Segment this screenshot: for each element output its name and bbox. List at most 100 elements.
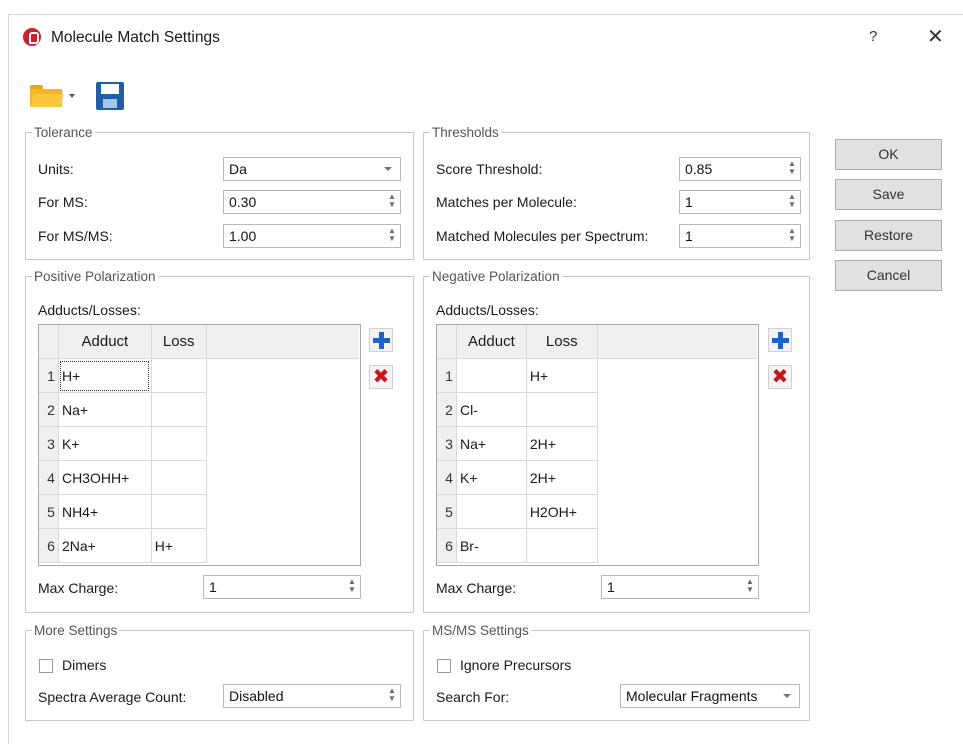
for-ms-label: For MS: [38, 194, 88, 210]
spin-arrows-icon[interactable]: ▲ ▼ [386, 227, 398, 245]
column-header-loss[interactable]: Loss [150, 325, 207, 359]
chevron-down-icon[interactable] [69, 94, 75, 98]
row-number: 2 [437, 392, 457, 427]
positive-max-charge-label: Max Charge: [38, 580, 119, 596]
filler-cell [206, 461, 359, 495]
row-number: 1 [39, 358, 59, 393]
filler-cell [206, 495, 359, 529]
loss-cell[interactable] [150, 426, 207, 461]
filler-cell [597, 461, 757, 495]
table-row[interactable]: 6 Br- [437, 528, 757, 563]
adduct-cell[interactable]: K+ [57, 426, 152, 461]
adduct-cell[interactable] [455, 494, 527, 529]
spin-arrows-icon[interactable]: ▲ ▼ [786, 193, 798, 211]
spectra-average-count-spinbox[interactable]: Disabled ▲ ▼ [223, 684, 401, 708]
units-select[interactable]: Da [223, 157, 401, 181]
cancel-button[interactable]: Cancel [835, 260, 942, 291]
search-for-label: Search For: [436, 689, 510, 705]
table-row[interactable]: 3 Na+ 2H+ [437, 426, 757, 461]
table-row[interactable]: 3 K+ [39, 426, 359, 461]
table-row[interactable]: 2 Na+ [39, 392, 359, 427]
matches-per-molecule-label: Matches per Molecule: [436, 194, 577, 210]
positive-adducts-table[interactable]: Adduct Loss 1 H+ 2 Na+ 3 K+ 4 CH3OHH+ 5 NH4+ 6 2Na+… [38, 324, 361, 566]
chevron-down-icon [384, 167, 392, 171]
score-threshold-spinbox[interactable]: 0.85 ▲ ▼ [679, 157, 801, 181]
adduct-cell[interactable]: CH3OHH+ [57, 460, 152, 495]
row-number: 4 [437, 460, 457, 495]
filler-cell [206, 393, 359, 427]
loss-cell[interactable]: 2H+ [525, 460, 598, 495]
loss-cell[interactable]: 2H+ [525, 426, 598, 461]
loss-cell[interactable]: H+ [525, 358, 598, 393]
row-number: 2 [39, 392, 59, 427]
ok-button[interactable]: OK [835, 139, 942, 170]
delete-row-icon[interactable]: ✖ [768, 365, 792, 389]
loss-cell[interactable] [150, 460, 207, 495]
dimers-checkbox[interactable] [39, 659, 53, 673]
filler-cell [597, 359, 757, 393]
row-number: 5 [39, 494, 59, 529]
floppy-disk-icon[interactable] [96, 82, 124, 110]
table-row[interactable]: 6 2Na+ H+ [39, 528, 359, 563]
dimers-label[interactable]: Dimers [62, 657, 106, 673]
adduct-cell[interactable] [455, 358, 527, 393]
close-button[interactable]: ✕ [927, 27, 944, 47]
table-row[interactable]: 1 H+ [437, 358, 757, 393]
loss-cell[interactable]: H+ [150, 528, 207, 563]
negative-adducts-table[interactable]: Adduct Loss 1 H+ 2 Cl- 3 Na+ 2H+ 4 K+ 2H+ 5 H2OH+ 6 B… [436, 324, 759, 566]
positive-max-charge-spinbox[interactable]: 1 ▲ ▼ [203, 575, 361, 599]
table-row[interactable]: 5 H2OH+ [437, 494, 757, 529]
ignore-precursors-label[interactable]: Ignore Precursors [460, 657, 571, 673]
restore-button[interactable]: Restore [835, 220, 942, 251]
loss-cell[interactable] [150, 358, 207, 393]
for-ms-spinbox[interactable]: 0.30 ▲ ▼ [223, 190, 401, 214]
table-row[interactable]: 5 NH4+ [39, 494, 359, 529]
filler-cell [597, 529, 757, 563]
spin-arrows-icon[interactable]: ▲ ▼ [786, 227, 798, 245]
add-row-icon[interactable] [369, 328, 393, 352]
adduct-cell[interactable]: Na+ [57, 392, 152, 427]
folder-open-icon[interactable] [30, 85, 64, 107]
spin-arrows-icon[interactable]: ▲ ▼ [786, 160, 798, 178]
more-settings-legend: More Settings [34, 623, 118, 638]
help-button[interactable]: ? [869, 28, 877, 45]
loss-cell[interactable] [150, 392, 207, 427]
negative-adducts-label: Adducts/Losses: [436, 302, 539, 318]
matches-per-molecule-spinbox[interactable]: 1 ▲ ▼ [679, 190, 801, 214]
table-row[interactable]: 4 K+ 2H+ [437, 460, 757, 495]
search-for-select[interactable]: Molecular Fragments [620, 684, 800, 708]
for-msms-spinbox[interactable]: 1.00 ▲ ▼ [223, 224, 401, 248]
table-row[interactable]: 2 Cl- [437, 392, 757, 427]
loss-cell[interactable]: H2OH+ [525, 494, 598, 529]
spin-arrows-icon[interactable]: ▲ ▼ [386, 193, 398, 211]
adduct-cell[interactable]: 2Na+ [57, 528, 152, 563]
table-header-row: Adduct Loss [39, 325, 359, 359]
adduct-cell[interactable]: Na+ [455, 426, 527, 461]
filler-cell [597, 393, 757, 427]
column-header-adduct[interactable]: Adduct [455, 325, 527, 359]
add-row-icon[interactable] [768, 328, 792, 352]
row-number: 5 [437, 494, 457, 529]
spin-arrows-icon[interactable]: ▲ ▼ [744, 578, 756, 596]
delete-row-icon[interactable]: ✖ [369, 365, 393, 389]
adduct-cell[interactable]: Br- [455, 528, 527, 563]
loss-cell[interactable] [525, 392, 598, 427]
matched-molecules-spinbox[interactable]: 1 ▲ ▼ [679, 224, 801, 248]
negative-max-charge-spinbox[interactable]: 1 ▲ ▼ [601, 575, 759, 599]
spin-arrows-icon[interactable]: ▲ ▼ [346, 578, 358, 596]
adduct-cell[interactable]: Cl- [455, 392, 527, 427]
column-header-loss[interactable]: Loss [525, 325, 598, 359]
adduct-cell[interactable]: K+ [455, 460, 527, 495]
loss-cell[interactable] [150, 494, 207, 529]
spin-arrows-icon[interactable]: ▲ ▼ [386, 687, 398, 705]
table-row[interactable]: 4 CH3OHH+ [39, 460, 359, 495]
adduct-cell[interactable]: H+ [57, 358, 152, 393]
column-header-adduct[interactable]: Adduct [57, 325, 152, 359]
spectra-average-count-value: Disabled [229, 688, 284, 704]
table-row[interactable]: 1 H+ [39, 358, 359, 393]
adduct-cell[interactable]: NH4+ [57, 494, 152, 529]
table-corner [437, 325, 457, 359]
loss-cell[interactable] [525, 528, 598, 563]
ignore-precursors-checkbox[interactable] [437, 659, 451, 673]
save-button[interactable]: Save [835, 179, 942, 210]
